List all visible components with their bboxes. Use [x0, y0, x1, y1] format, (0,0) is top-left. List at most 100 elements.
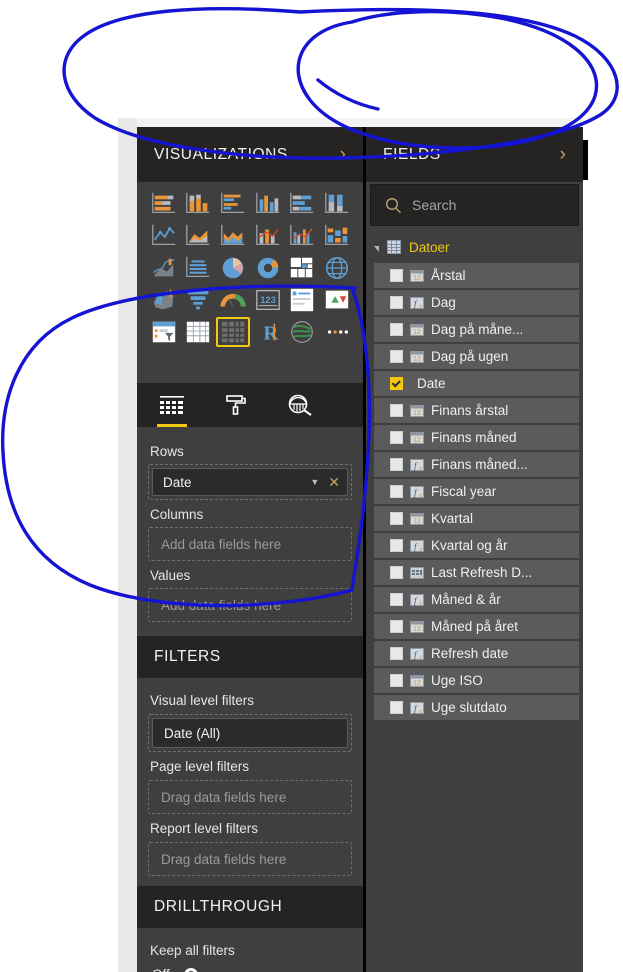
field-item[interactable]: 12 Finans måned	[374, 425, 579, 450]
field-pill-date[interactable]: Date ▼ ✕	[152, 468, 348, 496]
field-item[interactable]: f x Måned & år	[374, 587, 579, 612]
field-checkbox[interactable]	[390, 458, 403, 471]
field-checkbox[interactable]	[390, 593, 403, 606]
field-table-datoer[interactable]: Datoer	[366, 231, 583, 263]
field-checkbox[interactable]	[390, 377, 403, 390]
visual-type-kpi[interactable]	[321, 286, 353, 314]
visual-type-clustered-bar-chart[interactable]	[217, 190, 249, 218]
filter-dropzone[interactable]: Drag data fields here	[148, 842, 352, 876]
field-checkbox[interactable]	[390, 539, 403, 552]
table-name: Datoer	[409, 239, 450, 255]
visual-type-more-visuals[interactable]	[321, 318, 353, 346]
visual-type-donut-chart[interactable]	[252, 254, 284, 282]
calendar-field-icon: 12	[410, 404, 424, 417]
field-item[interactable]: f x Dag	[374, 290, 579, 315]
field-checkbox[interactable]	[390, 404, 403, 417]
field-item[interactable]: f x Kvartal og år	[374, 533, 579, 558]
field-checkbox[interactable]	[390, 701, 403, 714]
calendar-field-icon: 12	[410, 512, 424, 525]
analytics-tab[interactable]	[283, 385, 317, 425]
visual-type-pie-chart[interactable]	[217, 254, 249, 282]
field-checkbox[interactable]	[390, 674, 403, 687]
field-checkbox[interactable]	[390, 512, 403, 525]
visual-type-funnel-chart[interactable]	[183, 286, 215, 314]
visual-type-gauge-chart[interactable]	[217, 286, 249, 314]
visual-type-stacked-column-chart[interactable]	[183, 190, 215, 218]
fields-tab[interactable]	[155, 385, 189, 427]
visual-type-r-script-visual[interactable]: R	[252, 318, 284, 346]
visual-type-treemap[interactable]	[287, 254, 319, 282]
visual-type-filled-map[interactable]	[148, 286, 180, 314]
field-checkbox[interactable]	[390, 485, 403, 498]
keep-all-filters-switch[interactable]	[183, 967, 222, 972]
visual-type-map[interactable]	[321, 254, 353, 282]
visual-type-hundred-percent-stacked-bar-chart[interactable]	[287, 190, 319, 218]
field-checkbox[interactable]	[390, 350, 403, 363]
chevron-right-icon[interactable]: ›	[557, 145, 569, 164]
filters-header: FILTERS	[137, 636, 363, 678]
filters-title: FILTERS	[154, 648, 221, 665]
svg-text:x: x	[419, 547, 422, 553]
svg-text:12: 12	[413, 275, 421, 282]
field-item-label: Last Refresh D...	[431, 565, 533, 580]
field-checkbox[interactable]	[390, 566, 403, 579]
visual-type-gallery[interactable]: 123 R	[137, 182, 363, 352]
visual-type-slicer[interactable]	[148, 318, 180, 346]
chevron-down-icon[interactable]: ▼	[310, 477, 319, 487]
field-item[interactable]: f x Finans måned...	[374, 452, 579, 477]
filter-card[interactable]: Date (All)	[152, 718, 348, 748]
visual-type-multi-row-card[interactable]	[287, 286, 319, 314]
visual-type-table[interactable]	[183, 318, 215, 346]
visual-type-hundred-percent-stacked-column-chart[interactable]	[321, 190, 353, 218]
calendar-field-icon: 12	[410, 269, 424, 282]
visual-type-clustered-column-chart[interactable]	[252, 190, 284, 218]
visual-type-scatter-chart[interactable]	[183, 254, 215, 282]
filter-dropzone[interactable]: Drag data fields here	[148, 780, 352, 814]
field-checkbox[interactable]	[390, 323, 403, 336]
well-dropzone-columns[interactable]: Add data fields here	[148, 527, 352, 561]
visual-type-arcgis-maps[interactable]	[287, 318, 319, 346]
remove-field-icon[interactable]: ✕	[328, 475, 340, 489]
field-item[interactable]: 12 Finans årstal	[374, 398, 579, 423]
visual-type-stacked-area-chart[interactable]	[217, 222, 249, 250]
field-item[interactable]: 12 Årstal	[374, 263, 579, 288]
field-item[interactable]: 12 Måned på året	[374, 614, 579, 639]
visual-type-matrix[interactable]	[216, 317, 250, 347]
svg-text:x: x	[419, 493, 422, 499]
chevron-right-icon[interactable]: ›	[337, 145, 349, 164]
field-checkbox[interactable]	[390, 431, 403, 444]
visual-type-line-and-stacked-column-chart[interactable]	[252, 222, 284, 250]
field-checkbox[interactable]	[390, 620, 403, 633]
visual-type-line-and-clustered-column-chart[interactable]	[287, 222, 319, 250]
filter-card-label: Date (All)	[164, 725, 221, 741]
visual-type-stacked-bar-chart[interactable]	[148, 190, 180, 218]
field-item[interactable]: 12 Kvartal	[374, 506, 579, 531]
field-checkbox[interactable]	[390, 296, 403, 309]
well-dropzone-rows[interactable]: Date ▼ ✕	[148, 464, 352, 500]
field-item[interactable]: 12 Uge ISO	[374, 668, 579, 693]
format-tab[interactable]	[219, 385, 253, 425]
visual-type-area-chart[interactable]	[183, 222, 215, 250]
filter-dropzone[interactable]: Date (All)	[148, 714, 352, 752]
field-checkbox[interactable]	[390, 647, 403, 660]
visual-type-ribbon-chart[interactable]	[321, 222, 353, 250]
field-item-label: Årstal	[431, 268, 466, 283]
field-item[interactable]: f x Uge slutdato	[374, 695, 579, 720]
search-input[interactable]: Search	[370, 184, 579, 226]
field-checkbox[interactable]	[390, 269, 403, 282]
collapse-triangle-icon[interactable]	[374, 245, 379, 252]
field-item-label: Refresh date	[431, 646, 509, 661]
table-icon	[387, 240, 401, 254]
field-item[interactable]: f x Fiscal year	[374, 479, 579, 504]
field-item[interactable]: 12 Dag på måne...	[374, 317, 579, 342]
visual-type-line-chart[interactable]	[148, 222, 180, 250]
field-item-label: Dag	[431, 295, 456, 310]
visual-type-card[interactable]: 123	[252, 286, 284, 314]
field-item-label: Finans måned...	[431, 457, 528, 472]
field-item[interactable]: Last Refresh D...	[374, 560, 579, 585]
field-item[interactable]: f x Refresh date	[374, 641, 579, 666]
visual-type-waterfall-chart[interactable]	[148, 254, 180, 282]
field-item[interactable]: Date	[374, 371, 579, 396]
well-dropzone-values[interactable]: Add data fields here	[148, 588, 352, 622]
field-item[interactable]: 12 Dag på ugen	[374, 344, 579, 369]
